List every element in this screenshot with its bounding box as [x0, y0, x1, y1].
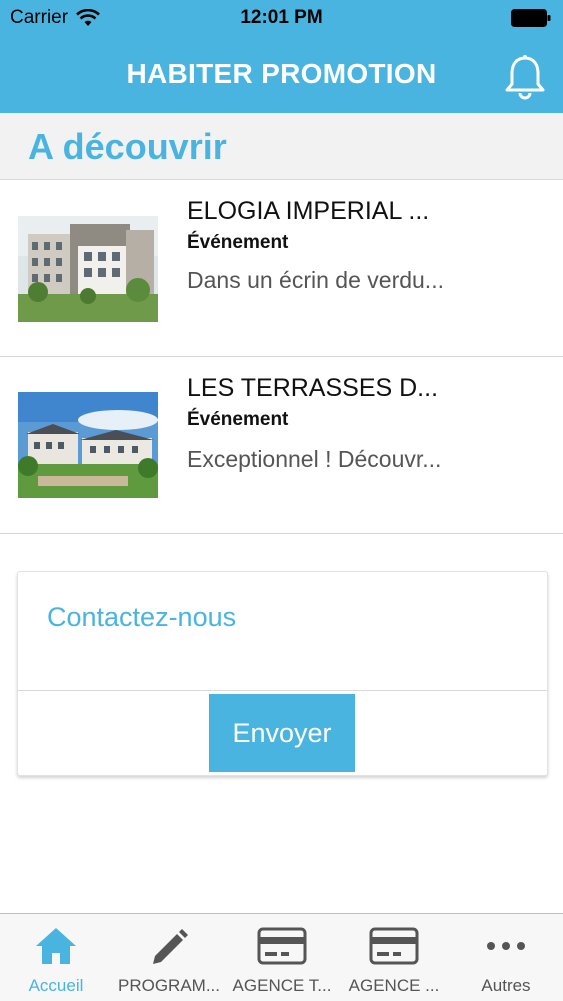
status-time: 12:01 PM — [240, 7, 323, 28]
card-icon — [369, 927, 419, 965]
section-title: A découvrir — [28, 126, 227, 167]
tab-agence-1[interactable]: AGENCE T... — [226, 914, 338, 1001]
more-icon — [487, 942, 525, 950]
tab-accueil[interactable]: Accueil — [0, 914, 112, 1001]
contact-label: Contactez-nous — [47, 602, 237, 632]
item-description: Exceptionnel ! Découvr... — [187, 446, 442, 472]
tab-label: PROGRAM... — [117, 976, 220, 995]
send-button[interactable]: Envoyer — [209, 694, 355, 772]
tab-label: AGENCE T... — [232, 976, 332, 995]
status-bar: Carrier 12:01 PM — [0, 0, 563, 38]
tab-programmes[interactable]: PROGRAM... — [113, 914, 225, 1001]
item-description: Dans un écrin de verdu... — [187, 267, 444, 293]
nav-bar: HABITER PROMOTION — [0, 38, 563, 113]
item-title: ELOGIA IMPERIAL ... — [187, 197, 430, 225]
tab-autres[interactable]: Autres — [450, 914, 562, 1001]
pencil-icon — [153, 929, 188, 964]
list-item[interactable]: ELOGIA IMPERIAL ... Événement Dans un éc… — [0, 180, 563, 357]
app-title: HABITER PROMOTION — [126, 58, 437, 89]
divider — [18, 690, 547, 691]
section-header: A découvrir — [0, 113, 563, 180]
building-thumbnail — [18, 392, 158, 498]
tab-label: Autres — [481, 976, 531, 995]
item-category: Événement — [187, 409, 289, 430]
tab-label: AGENCE ... — [348, 976, 440, 995]
contact-card: Contactez-nous Envoyer — [17, 571, 548, 776]
building-thumbnail — [18, 216, 158, 322]
tab-agence-2[interactable]: AGENCE ... — [338, 914, 450, 1001]
item-category: Événement — [187, 232, 289, 253]
home-icon — [36, 928, 76, 964]
tab-bar: Accueil PROGRAM... AGENCE T... AGENCE ..… — [0, 913, 563, 1001]
card-icon — [257, 927, 307, 965]
item-title: LES TERRASSES D... — [187, 374, 439, 402]
list-item[interactable]: LES TERRASSES D... Événement Exceptionne… — [0, 357, 563, 534]
battery-icon — [511, 9, 551, 27]
bell-icon[interactable] — [503, 54, 547, 100]
tab-label: Accueil — [28, 976, 84, 995]
